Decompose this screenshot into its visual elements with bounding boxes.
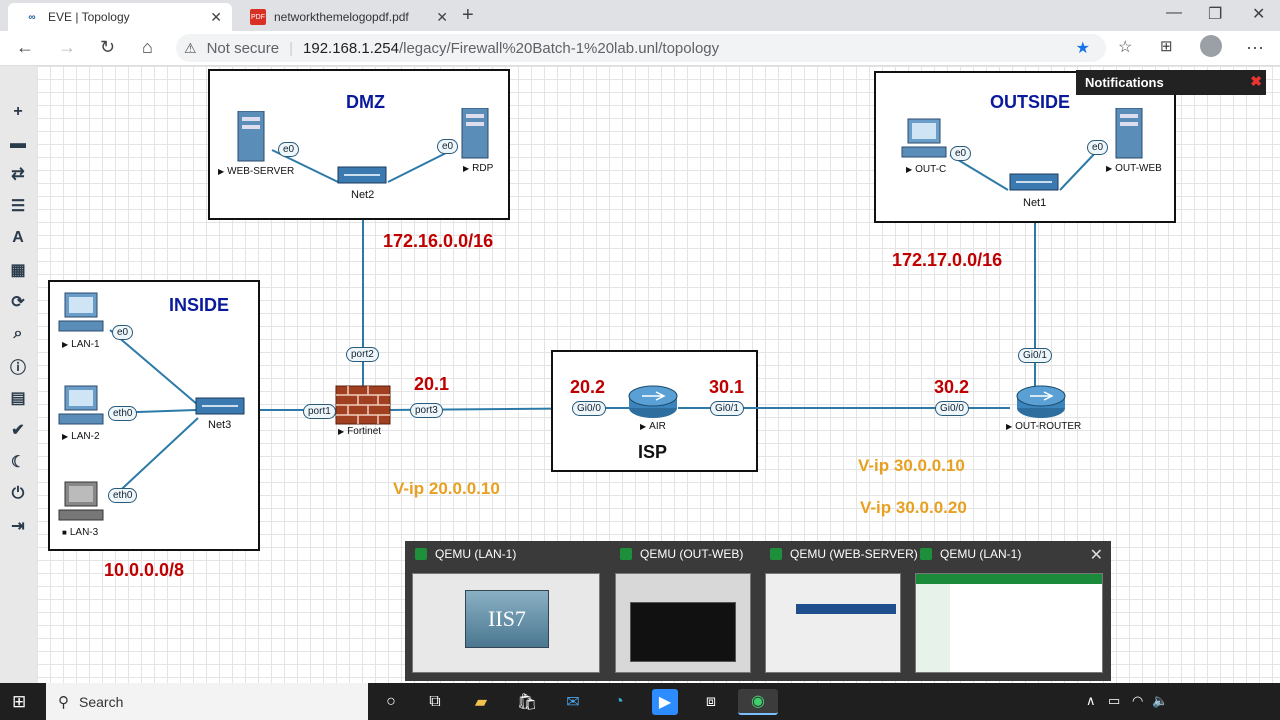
port-fw-port2: port2 bbox=[346, 347, 379, 362]
lan2-pc-icon[interactable] bbox=[57, 384, 107, 428]
vip-label: V-ip 30.0.0.10 bbox=[858, 456, 965, 475]
volume-icon[interactable]: 🔈 bbox=[1152, 693, 1168, 709]
qemu-thumbnail bbox=[915, 573, 1103, 673]
out-web-label[interactable]: ▶ OUT-WEB bbox=[1106, 163, 1162, 174]
port-outweb-e0: e0 bbox=[1087, 140, 1109, 155]
qemu-thumbnail: IIS7 bbox=[412, 573, 600, 673]
qemu-thumbnail bbox=[615, 573, 751, 673]
qemu-preview-panel: QEMU (LAN-1) IIS7 QEMU (OUT-WEB) QEMU (W… bbox=[405, 541, 1111, 681]
lan1-label[interactable]: ▶ LAN-1 bbox=[62, 339, 100, 350]
out-router-icon[interactable] bbox=[1014, 384, 1068, 420]
out-router-label[interactable]: ▶ OUT-ROUTER bbox=[1006, 421, 1081, 432]
port-web-e0: e0 bbox=[278, 142, 300, 157]
port-fw-port3: port3 bbox=[410, 403, 443, 418]
qemu-window-title: QEMU (OUT-WEB) bbox=[640, 547, 744, 561]
rdp-server-icon[interactable] bbox=[458, 108, 498, 160]
windows-taskbar: ⊞ ⚲ Search ○ ⧉ ▰ 🛍 ✉ ◔ ▶ ⧈ ◉ ∧ ▭ ◠ 🔈 bbox=[0, 683, 1280, 720]
qemu-window-preview[interactable]: QEMU (WEB-SERVER) bbox=[760, 541, 918, 681]
out-c-label[interactable]: ▶ OUT-C bbox=[906, 164, 946, 175]
mail-icon[interactable]: ✉ bbox=[560, 689, 586, 715]
fortinet-label[interactable]: ▶ Fortinet bbox=[338, 426, 381, 437]
task-view-icon[interactable]: ⧉ bbox=[422, 689, 448, 715]
air-gi00-ip: 20.2 bbox=[570, 377, 606, 397]
port-lan2-eth0: eth0 bbox=[108, 406, 138, 421]
search-icon: ⚲ bbox=[58, 693, 69, 711]
window-titlebar bbox=[916, 574, 1102, 584]
qemu-icon bbox=[770, 548, 782, 560]
qemu-window-title: QEMU (WEB-SERVER) bbox=[790, 547, 918, 561]
qemu-icon bbox=[415, 548, 427, 560]
qemu-window-preview[interactable]: QEMU (LAN-1) IIS7 bbox=[405, 541, 605, 681]
out-c-pc-icon[interactable] bbox=[900, 117, 950, 161]
zoom-app-icon[interactable]: ▶ bbox=[652, 689, 678, 715]
notifications-panel[interactable]: Notifications ✖ bbox=[1076, 70, 1266, 95]
link-lan1-net3 bbox=[109, 329, 199, 406]
air-label[interactable]: ▶ AIR bbox=[640, 421, 666, 432]
lan3-label[interactable]: ■ LAN-3 bbox=[62, 527, 98, 538]
wifi-icon[interactable]: ◠ bbox=[1132, 693, 1143, 709]
web-server-icon[interactable] bbox=[234, 111, 274, 163]
window-titlebar bbox=[796, 604, 896, 614]
tray-expand-icon[interactable]: ∧ bbox=[1086, 693, 1096, 709]
file-explorer-icon[interactable]: ▰ bbox=[468, 689, 494, 715]
port-lan3-eth0: eth0 bbox=[108, 488, 138, 503]
qemu-window-title: QEMU (LAN-1) bbox=[435, 547, 517, 561]
link-outweb-net1 bbox=[1059, 149, 1099, 191]
port-fw-port1: port1 bbox=[303, 404, 336, 419]
inside-network-label: 10.0.0.0/8 bbox=[104, 560, 185, 580]
net2-switch-icon[interactable] bbox=[336, 163, 390, 187]
close-notifications-icon[interactable]: ✖ bbox=[1250, 73, 1262, 90]
qemu-taskbar-icon[interactable]: ◉ bbox=[738, 689, 778, 715]
link-rdp-net2 bbox=[387, 149, 453, 183]
windows-start-icon[interactable]: ⊞ bbox=[12, 692, 26, 712]
net3-label[interactable]: Net3 bbox=[208, 419, 231, 431]
port-rtr-gi00: Gi0/0 bbox=[935, 401, 969, 416]
router-gi00-ip: 30.2 bbox=[934, 377, 970, 397]
air-gi01-ip: 30.1 bbox=[709, 377, 745, 397]
qemu-icon bbox=[920, 548, 932, 560]
console-window bbox=[630, 602, 736, 662]
fw-port3-ip: 20.1 bbox=[414, 374, 450, 394]
qemu-icon bbox=[620, 548, 632, 560]
net1-switch-icon[interactable] bbox=[1008, 170, 1062, 194]
port-outc-e0: e0 bbox=[950, 146, 972, 161]
fortinet-firewall-icon[interactable] bbox=[334, 384, 392, 426]
edge-icon[interactable]: ◔ bbox=[606, 689, 632, 715]
lan1-pc-icon[interactable] bbox=[57, 291, 107, 335]
qemu-window-title: QEMU (LAN-1) bbox=[940, 547, 1022, 561]
outside-network-label: 172.17.0.0/16 bbox=[892, 250, 1003, 270]
net3-switch-icon[interactable] bbox=[194, 394, 248, 418]
taskbar-search[interactable]: ⚲ Search bbox=[46, 683, 368, 720]
vip-label: V-ip 30.0.0.20 bbox=[860, 498, 967, 517]
vip-label: V-ip 20.0.0.10 bbox=[393, 479, 500, 498]
iis7-logo: IIS7 bbox=[465, 590, 549, 648]
web-server-label[interactable]: ▶ WEB-SERVER bbox=[218, 166, 294, 177]
net2-label[interactable]: Net2 bbox=[351, 189, 374, 201]
port-lan1-e0: e0 bbox=[112, 325, 134, 340]
close-preview-icon[interactable]: ✕ bbox=[1090, 545, 1103, 565]
rdp-label[interactable]: ▶ RDP bbox=[463, 163, 493, 174]
qemu-window-preview[interactable]: QEMU (OUT-WEB) bbox=[610, 541, 760, 681]
network-app-icon[interactable]: ⧈ bbox=[698, 689, 724, 715]
air-router-icon[interactable] bbox=[626, 384, 680, 420]
port-rdp-e0: e0 bbox=[437, 139, 459, 154]
notifications-title: Notifications bbox=[1085, 75, 1164, 90]
lan3-pc-icon[interactable] bbox=[57, 480, 107, 524]
store-icon[interactable]: 🛍 bbox=[514, 689, 540, 715]
lan2-label[interactable]: ▶ LAN-2 bbox=[62, 431, 100, 442]
window-sidebar bbox=[916, 584, 950, 672]
qemu-window-preview[interactable]: QEMU (LAN-1) ✕ bbox=[910, 541, 1111, 681]
dmz-network-label: 172.16.0.0/16 bbox=[383, 231, 494, 251]
net1-label[interactable]: Net1 bbox=[1023, 197, 1046, 209]
battery-icon[interactable]: ▭ bbox=[1108, 693, 1120, 709]
port-air-gi00: Gi0/0 bbox=[572, 401, 606, 416]
qemu-thumbnail bbox=[765, 573, 901, 673]
out-web-server-icon[interactable] bbox=[1112, 108, 1152, 160]
cortana-icon[interactable]: ○ bbox=[378, 689, 404, 715]
search-label: Search bbox=[79, 693, 124, 710]
port-rtr-gi01: Gi0/1 bbox=[1018, 348, 1052, 363]
port-air-gi01: Gi0/1 bbox=[710, 401, 744, 416]
